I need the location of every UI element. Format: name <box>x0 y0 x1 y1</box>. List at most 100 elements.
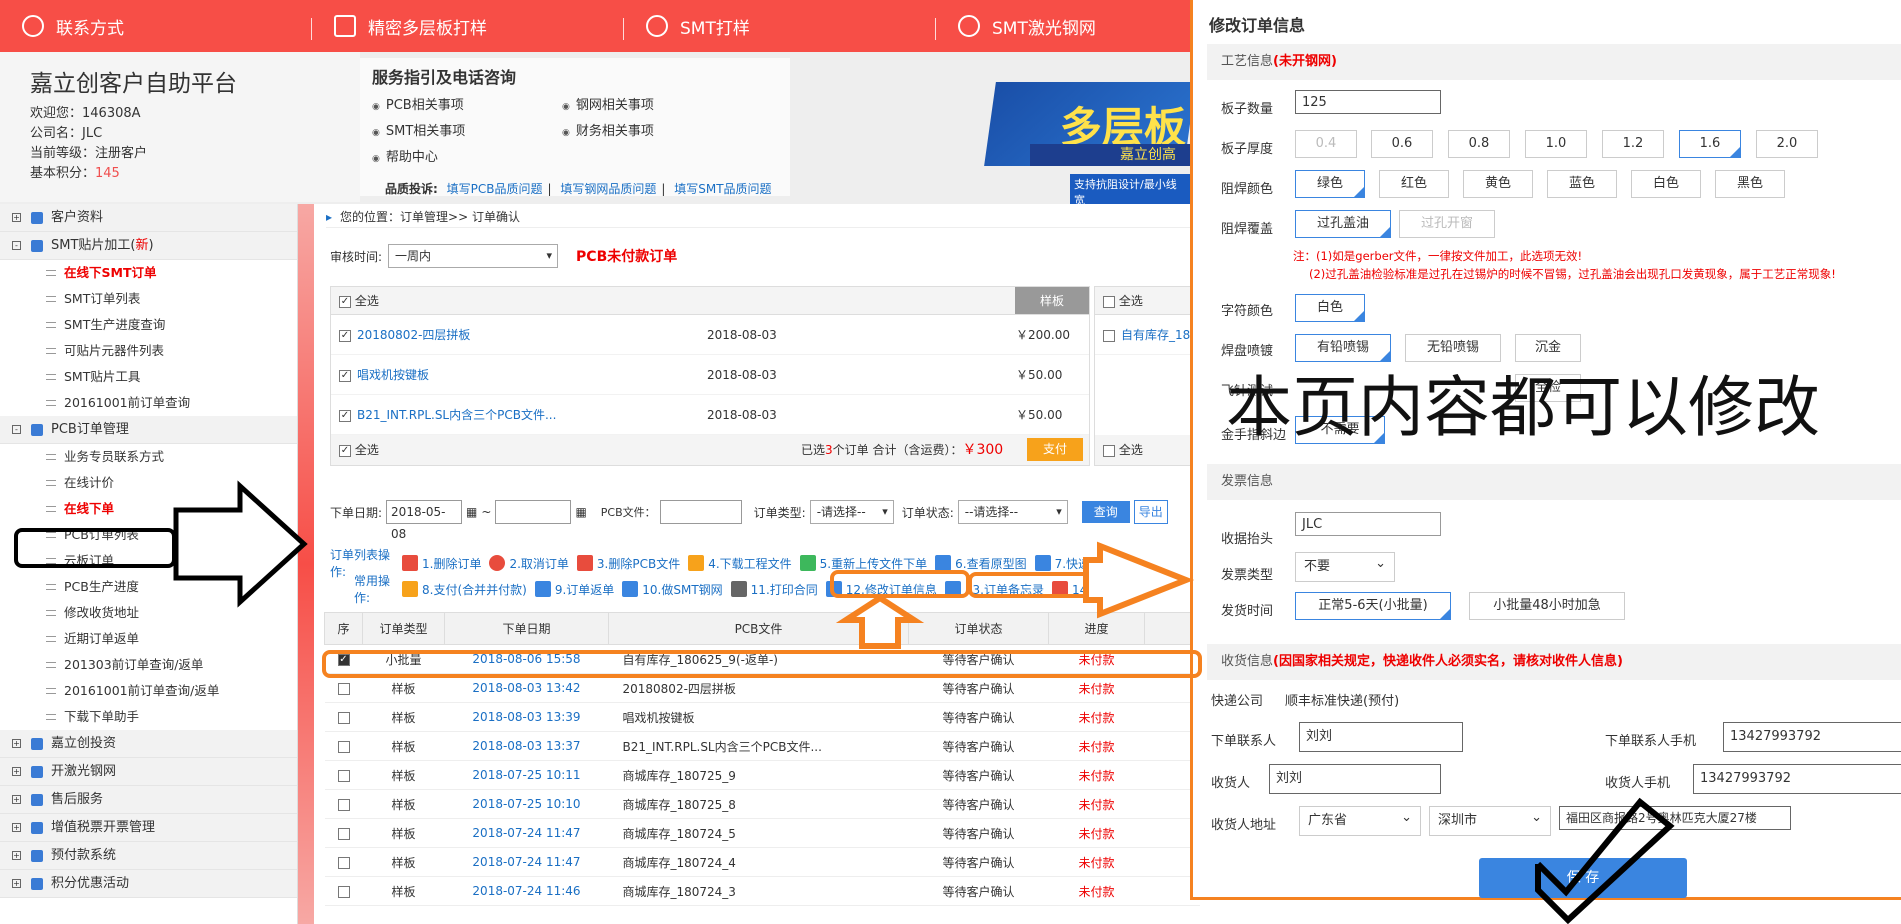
service-link-help[interactable]: 帮助中心 <box>372 146 562 165</box>
service-link-finance[interactable]: 财务相关事项 <box>562 120 752 139</box>
sidebar-collapse-strip[interactable] <box>298 204 314 924</box>
table-row[interactable]: 样板 2018-07-24 11:47 商城库存_180724_5 等待客户确认 未付款 <box>324 818 1200 848</box>
table-row[interactable]: 样板 2018-07-24 11:47 商城库存_180724_4 等待客户确认 未付款 <box>324 847 1200 877</box>
mask-blue[interactable]: 蓝色 <box>1547 170 1617 198</box>
contact-phone-input[interactable]: 13427993792 <box>1723 722 1901 752</box>
thickness-0.6[interactable]: 0.6 <box>1371 130 1433 158</box>
order-date-end[interactable] <box>495 500 572 524</box>
highlight-pcb-list <box>14 528 176 568</box>
nav-multilayer[interactable]: 精密多层板打样 <box>312 14 624 40</box>
table-row[interactable]: 样板 2018-07-25 10:11 商城库存_180725_9 等待客户确认 未付款 <box>324 760 1200 790</box>
thickness-2.0[interactable]: 2.0 <box>1756 130 1818 158</box>
sidebar-group-invest[interactable]: + 嘉立创投资 <box>0 730 297 758</box>
pay-button[interactable]: 支付 <box>1027 438 1083 461</box>
sidebar-item-smt-progress[interactable]: SMT生产进度查询 <box>0 312 297 338</box>
thickness-1.2[interactable]: 1.2 <box>1602 130 1664 158</box>
service-title: 服务指引及电话咨询 <box>372 68 517 87</box>
receiver-phone-input[interactable]: 13427993792 <box>1693 764 1901 794</box>
receiver-input[interactable]: 刘刘 <box>1269 764 1441 794</box>
points-text: 基本积分：145 <box>30 166 120 181</box>
mask-yellow[interactable]: 黄色 <box>1463 170 1533 198</box>
invoice-type-select[interactable]: 不要 <box>1295 550 1395 582</box>
query-button[interactable]: 查询 <box>1081 501 1130 523</box>
cancel-order-button[interactable]: 2.取消订单 <box>489 555 569 572</box>
sidebar-item-smt-old[interactable]: 20161001前订单查询 <box>0 390 297 416</box>
save-button[interactable]: 保 存 <box>1479 858 1687 898</box>
print-contract-button[interactable]: 11.打印合同 <box>730 581 818 598</box>
calendar-icon[interactable]: ▦ <box>575 505 586 519</box>
sidebar-item-smt-order[interactable]: 在线下SMT订单 <box>0 260 297 286</box>
thickness-0.8[interactable]: 0.8 <box>1448 130 1510 158</box>
char-white[interactable]: 白色 <box>1295 294 1365 322</box>
sidebar-item-pcb-progress[interactable]: PCB生产进度 <box>0 574 297 600</box>
delete-order-button[interactable]: 1.删除订单 <box>402 555 481 572</box>
address-input[interactable]: 福田区商报路2号奥林匹克大厦27楼 <box>1559 806 1791 830</box>
calendar-icon[interactable]: ▦ <box>466 505 477 519</box>
invoice-title-input[interactable]: JLC <box>1295 512 1441 536</box>
sidebar-item-sales-contact[interactable]: 业务专员联系方式 <box>0 444 297 470</box>
sidebar-group-prepay[interactable]: + 预付款系统 <box>0 842 297 870</box>
order-type-select[interactable]: -请选择-- <box>809 500 894 524</box>
complain-smt-link[interactable]: 填写SMT品质问题 <box>674 182 771 196</box>
express-fee-button[interactable]: 7.快递运费 <box>1034 555 1114 572</box>
service-link-stencil[interactable]: 钢网相关事项 <box>562 94 752 113</box>
view-proto-button[interactable]: 6.查看原型图 <box>935 555 1027 572</box>
ship-express[interactable]: 小批量48小时加急 <box>1469 592 1625 620</box>
sidebar-item-2013[interactable]: 201303前订单查询/返单 <box>0 652 297 678</box>
cover-tented[interactable]: 过孔盖油 <box>1295 210 1391 238</box>
sidebar-item-smt-list[interactable]: SMT订单列表 <box>0 286 297 312</box>
table-row[interactable]: 样板 2018-08-03 13:37 B21_INT.RPL.SL内含三个PCB文… <box>324 731 1200 761</box>
mask-green[interactable]: 绿色 <box>1295 170 1365 198</box>
export-button[interactable]: 导出 <box>1133 500 1168 524</box>
city-select[interactable]: 深圳市 <box>1429 804 1551 836</box>
delete-pcb-file-button[interactable]: 3.删除PCB文件 <box>576 555 680 572</box>
smt-stencil-button[interactable]: 10.做SMT钢网 <box>622 581 723 598</box>
mask-white[interactable]: 白色 <box>1631 170 1701 198</box>
contact-input[interactable]: 刘刘 <box>1299 722 1463 752</box>
thickness-1.0[interactable]: 1.0 <box>1525 130 1587 158</box>
sidebar-item-smt-tools[interactable]: SMT贴片工具 <box>0 364 297 390</box>
download-file-button[interactable]: 4.下载工程文件 <box>688 555 792 572</box>
table-row[interactable]: 样板 2018-07-25 10:10 商城库存_180725_8 等待客户确认 未付款 <box>324 789 1200 819</box>
complain-stencil-link[interactable]: 填写钢网品质问题 <box>560 182 656 196</box>
sidebar-group-pcb[interactable]: - PCB订单管理 <box>0 416 297 444</box>
sidebar-group-smt[interactable]: - SMT贴片加工(新) <box>0 232 297 260</box>
mask-red[interactable]: 红色 <box>1379 170 1449 198</box>
thickness-1.6[interactable]: 1.6 <box>1679 130 1741 158</box>
sidebar-item-2016[interactable]: 20161001前订单查询/返单 <box>0 678 297 704</box>
table-row[interactable]: 样板 2018-07-24 11:46 商城库存_180724_3 等待客户确认 未付款 <box>324 876 1200 906</box>
reorder-button[interactable]: 9.订单返单 <box>534 581 614 598</box>
sidebar-item-download[interactable]: 下载下单助手 <box>0 704 297 730</box>
mask-black[interactable]: 黑色 <box>1715 170 1785 198</box>
nav-contact[interactable]: 联系方式 <box>0 14 312 40</box>
province-select[interactable]: 广东省 <box>1299 804 1421 836</box>
ship-normal[interactable]: 正常5-6天(小批量) <box>1295 592 1451 620</box>
quantity-input[interactable]: 125 <box>1295 90 1441 114</box>
nav-smt[interactable]: SMT打样 <box>624 14 936 40</box>
reupload-button[interactable]: 5.重新上传文件下单 <box>799 555 927 572</box>
sidebar-item-reorder[interactable]: 近期订单返单 <box>0 626 297 652</box>
sidebar-group-points[interactable]: + 积分优惠活动 <box>0 870 297 898</box>
review-time-select[interactable]: 一周内 <box>388 244 559 268</box>
pay-merge-button[interactable]: 8.支付(合并并付款) <box>402 581 527 598</box>
service-link-smt[interactable]: SMT相关事项 <box>372 120 562 139</box>
pcb-file-input[interactable] <box>659 500 742 524</box>
sidebar-item-pricing[interactable]: 在线计价 <box>0 470 297 496</box>
order-date-start[interactable]: 2018-05-08 <box>386 500 463 541</box>
service-link-pcb[interactable]: PCB相关事项 <box>372 94 562 113</box>
sidebar-group-customer[interactable]: + 客户资料 <box>0 204 297 232</box>
sidebar-group-stencil[interactable]: + 开激光钢网 <box>0 758 297 786</box>
sidebar-item-place-order[interactable]: 在线下单 <box>0 496 297 522</box>
sidebar-group-invoice[interactable]: + 增值税票开票管理 <box>0 814 297 842</box>
unpaid-row: ✓ B21_INT.RPL.SL内含三个PCB文件... 2018-08-03 ￥50… <box>331 395 1089 435</box>
table-row[interactable]: 样板 2018-08-03 13:39 唱戏机按键板 等待客户确认 未付款 <box>324 702 1200 732</box>
promo-banner[interactable]: 多层板 嘉立创高 支持抗阻设计/最小线宽 <box>984 82 1196 210</box>
sidebar-group-aftersale[interactable]: + 售后服务 <box>0 786 297 814</box>
complain-pcb-link[interactable]: 填写PCB品质问题 <box>447 182 543 196</box>
sidebar-item-smt-parts[interactable]: 可贴片元器件列表 <box>0 338 297 364</box>
select-all-checkbox[interactable]: ✓ <box>339 295 351 308</box>
printer-icon <box>730 581 747 597</box>
sidebar-item-edit-address[interactable]: 修改收货地址 <box>0 600 297 626</box>
order-status-select[interactable]: --请选择-- <box>957 500 1068 524</box>
trash-icon <box>576 555 593 571</box>
